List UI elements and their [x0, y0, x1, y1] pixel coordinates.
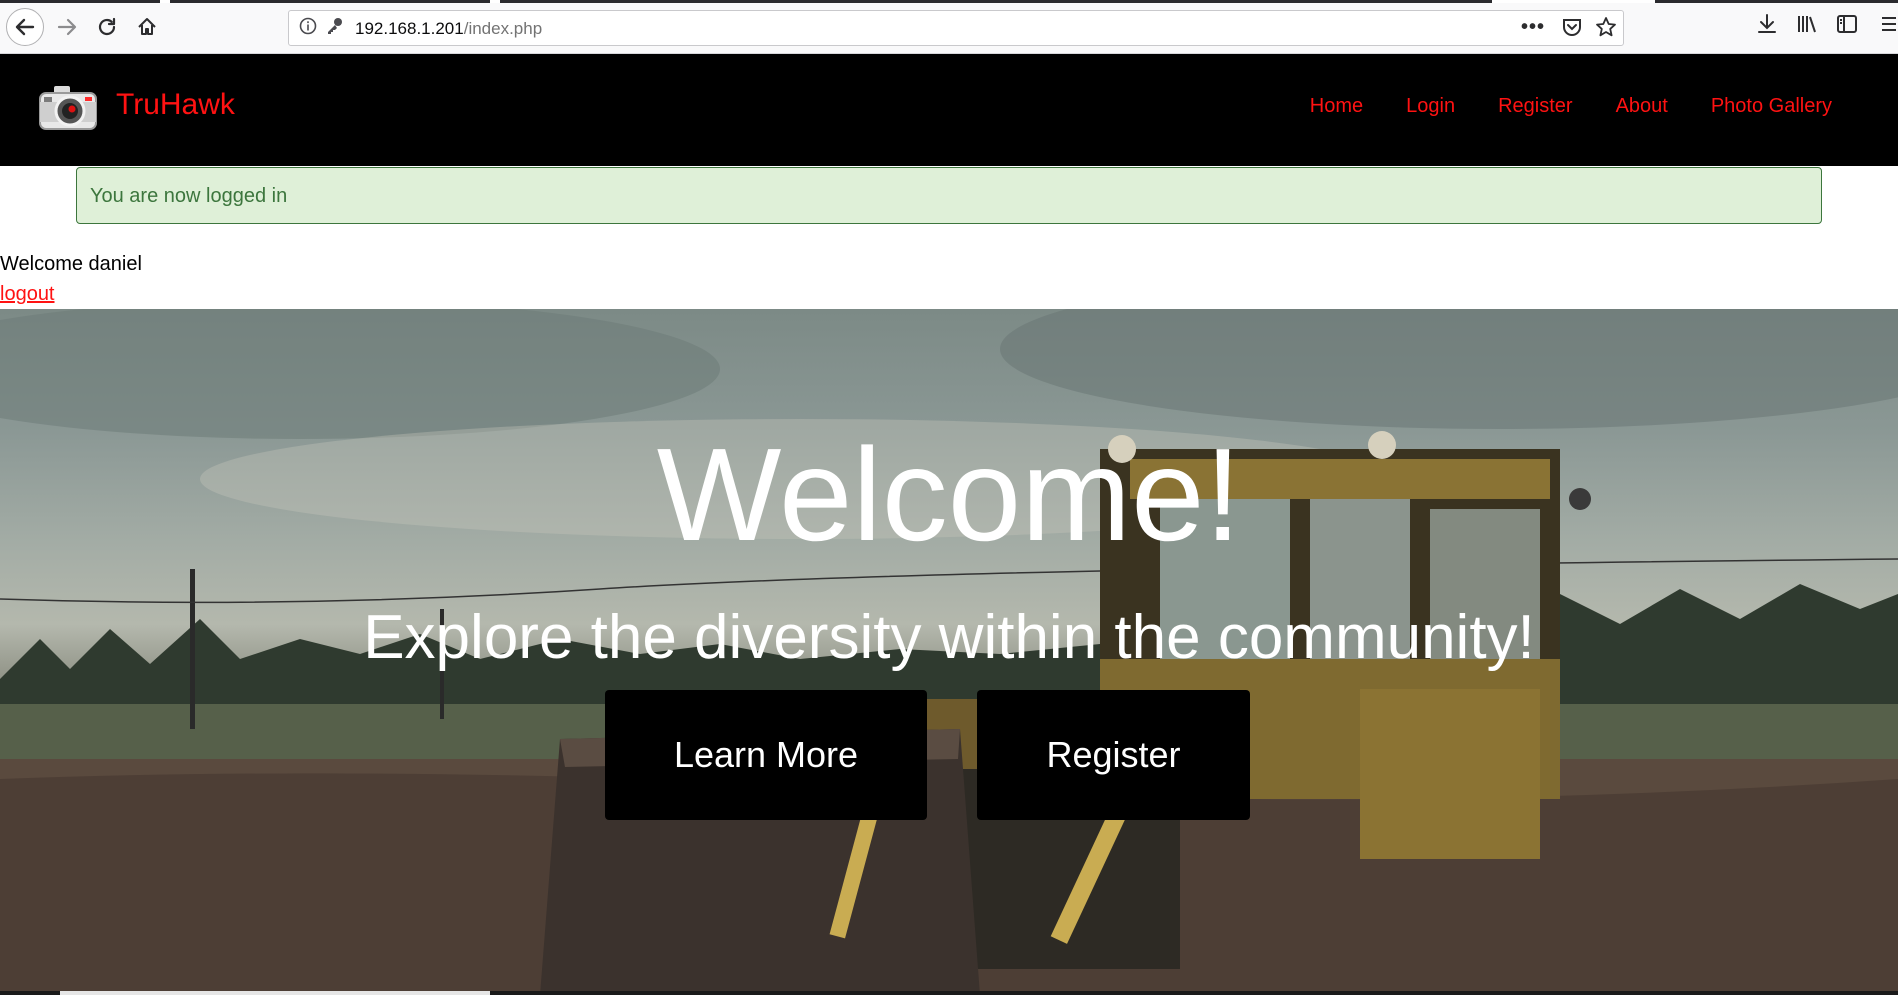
- reload-icon: [98, 17, 116, 36]
- hero-title: Welcome!: [656, 421, 1242, 568]
- success-alert: You are now logged in: [76, 167, 1822, 224]
- nav-link-photo-gallery[interactable]: Photo Gallery: [1711, 95, 1832, 118]
- pocket-icon[interactable]: [1561, 16, 1583, 44]
- forward-arrow-icon: [57, 18, 77, 36]
- welcome-user-text: Welcome daniel: [0, 253, 142, 275]
- camera-icon[interactable]: [38, 84, 98, 132]
- learn-more-button[interactable]: Learn More: [605, 690, 927, 820]
- info-icon[interactable]: [299, 17, 317, 41]
- library-icon[interactable]: [1796, 13, 1818, 41]
- url-bar[interactable]: 192.168.1.201/index.php •••: [288, 10, 1624, 46]
- hero-banner: Welcome! Explore the diversity within th…: [0, 309, 1898, 995]
- hamburger-menu-icon[interactable]: [1882, 13, 1896, 41]
- nav-link-register[interactable]: Register: [1498, 95, 1572, 118]
- hero-register-button[interactable]: Register: [977, 690, 1250, 820]
- bookmark-star-icon[interactable]: [1595, 16, 1617, 44]
- horizontal-scrollbar[interactable]: [0, 991, 1898, 995]
- reload-button[interactable]: [88, 8, 126, 46]
- url-host: 192.168.1.201: [355, 19, 464, 38]
- nav-link-home[interactable]: Home: [1310, 95, 1363, 118]
- home-icon: [138, 18, 156, 35]
- url-path: /index.php: [463, 19, 543, 38]
- sidebar-icon[interactable]: [1836, 13, 1858, 41]
- key-icon[interactable]: [325, 16, 345, 42]
- back-button[interactable]: [6, 8, 44, 46]
- forward-button[interactable]: [48, 8, 86, 46]
- browser-toolbar: 192.168.1.201/index.php •••: [0, 0, 1898, 54]
- site-navbar: TruHawk Home Login Register About Photo …: [0, 54, 1898, 166]
- brand-link[interactable]: TruHawk: [116, 88, 235, 122]
- download-icon[interactable]: [1756, 13, 1778, 41]
- back-arrow-icon: [15, 18, 35, 36]
- url-text[interactable]: 192.168.1.201/index.php: [355, 19, 542, 39]
- nav-link-about[interactable]: About: [1616, 95, 1668, 118]
- hero-subtitle: Explore the diversity within the communi…: [363, 603, 1535, 672]
- nav-link-login[interactable]: Login: [1406, 95, 1455, 118]
- home-button[interactable]: [128, 8, 166, 46]
- logout-link[interactable]: logout: [0, 283, 55, 306]
- more-actions-icon[interactable]: •••: [1521, 16, 1545, 39]
- tab-strip: [0, 0, 1898, 3]
- main-nav: Home Login Register About Photo Gallery: [1310, 95, 1832, 118]
